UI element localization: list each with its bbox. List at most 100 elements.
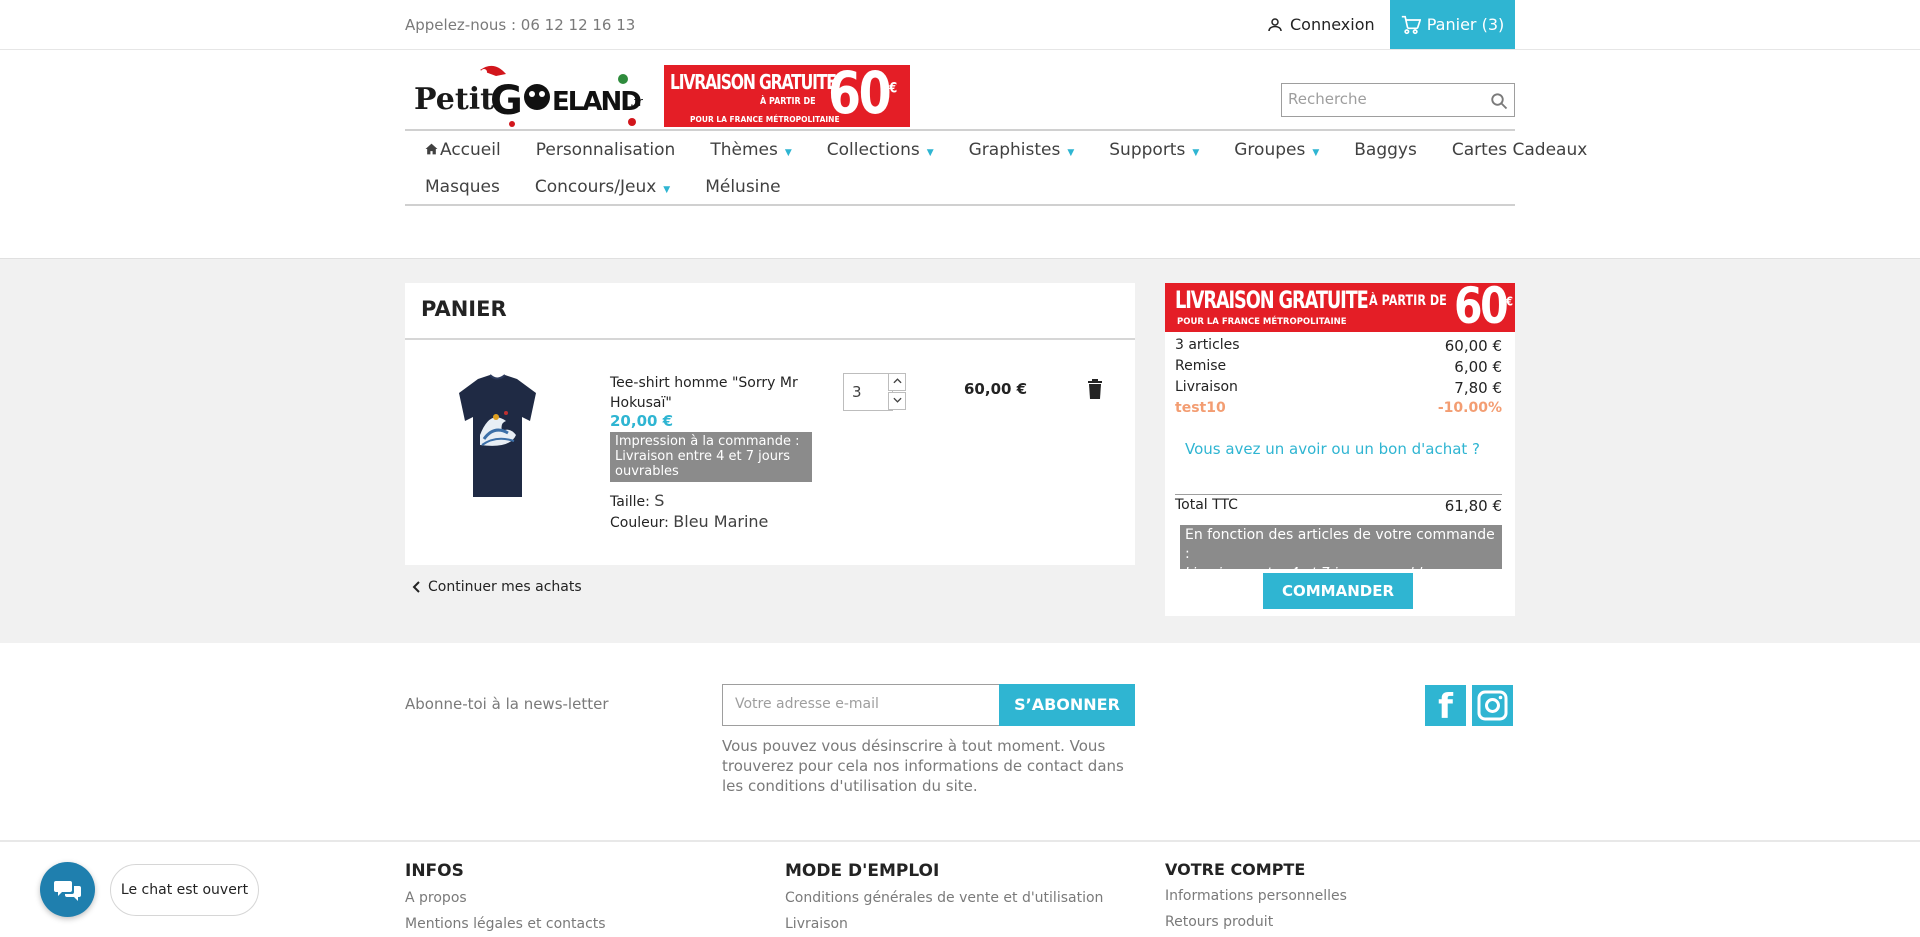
summary-value: 60,00 € — [1444, 337, 1502, 355]
divider — [405, 338, 1135, 340]
product-image[interactable] — [450, 373, 545, 501]
banner-headline: LIVRAISON GRATUITE — [1175, 286, 1369, 314]
free-shipping-banner-large: LIVRAISON GRATUITE À PARTIR DE POUR LA F… — [1165, 283, 1515, 332]
checkout-button[interactable]: COMMANDER — [1263, 573, 1413, 609]
summary-row-discount-code: test10 -10.00% — [1175, 400, 1502, 416]
facebook-icon[interactable]: f — [1425, 685, 1466, 727]
footer-divider — [0, 840, 1920, 842]
divider — [1175, 494, 1502, 495]
caret-down-icon: ▼ — [1312, 148, 1320, 158]
remove-item-button[interactable] — [1087, 379, 1103, 403]
instagram-glyph — [1477, 690, 1508, 721]
nav-item-baggys[interactable]: Baggys — [1334, 131, 1432, 167]
nav-item-concours[interactable]: Concours/Jeux ▼ — [515, 168, 685, 204]
svg-text:.fr: .fr — [630, 95, 643, 109]
t-shirt-image — [459, 374, 536, 497]
caret-down-icon: ▼ — [784, 148, 792, 158]
quantity-input[interactable]: 3 — [843, 373, 893, 411]
summary-row-remise: Remise 6,00 € — [1175, 358, 1502, 376]
total-value: 61,80 € — [1444, 497, 1502, 515]
subscribe-button[interactable]: S’ABONNER — [999, 684, 1135, 726]
summary-label: 3 articles — [1175, 337, 1240, 353]
chevron-down-icon — [892, 397, 902, 403]
voucher-link[interactable]: Vous avez un avoir ou un bon d'achat ? — [1165, 440, 1500, 458]
banner-from: À PARTIR DE — [1369, 293, 1447, 309]
top-bar — [0, 0, 1920, 50]
quantity-decrease-button[interactable] — [888, 392, 906, 410]
nav-label: Accueil — [440, 140, 501, 160]
chevron-up-icon — [892, 378, 902, 384]
instagram-icon[interactable] — [1472, 685, 1513, 726]
nav-item-masques[interactable]: Masques — [405, 168, 515, 204]
phone-number: Appelez-nous : 06 12 12 16 13 — [405, 16, 636, 34]
summary-row-articles: 3 articles 60,00 € — [1175, 337, 1502, 355]
newsletter-email-input[interactable]: Votre adresse e-mail — [722, 684, 1000, 726]
chat-button[interactable] — [40, 862, 95, 917]
total-label: Total TTC — [1175, 497, 1238, 513]
login-link[interactable]: Connexion — [1266, 15, 1375, 34]
cart-title: PANIER — [421, 297, 507, 321]
home-icon — [425, 143, 438, 155]
site-logo[interactable]: Petit G ELAND .fr — [410, 62, 660, 128]
continue-shopping-label: Continuer mes achats — [428, 579, 582, 595]
product-color: Couleur: Bleu Marine — [610, 512, 768, 531]
banner-region: POUR LA FRANCE MÉTROPOLITAINE — [1177, 317, 1347, 327]
banner-amount: 60€ — [828, 59, 897, 127]
newsletter-label: Abonne-toi à la news-letter — [405, 695, 609, 713]
summary-row-livraison: Livraison 7,80 € — [1175, 379, 1502, 397]
color-label: Couleur: — [610, 515, 669, 531]
footer-infos-title: INFOS — [405, 861, 464, 881]
nav-row-1: Accueil Personnalisation Thèmes ▼ Collect… — [405, 131, 1602, 167]
footer-link[interactable]: Retours produit — [1165, 914, 1273, 930]
newsletter-help-text: Vous pouvez vous désinscrire à tout mome… — [722, 737, 1124, 795]
discount-value: -10.00% — [1437, 400, 1502, 416]
main-navigation: Accueil Personnalisation Thèmes ▼ Collect… — [405, 129, 1587, 206]
footer-link[interactable]: Conditions générales de vente et d'utili… — [785, 890, 1103, 906]
caret-down-icon: ▼ — [926, 148, 934, 158]
summary-label: Livraison — [1175, 379, 1238, 395]
summary-value: 7,80 € — [1454, 379, 1502, 397]
login-label: Connexion — [1290, 15, 1375, 34]
size-label: Taille: — [610, 494, 650, 510]
nav-item-personnalisation[interactable]: Personnalisation — [516, 131, 691, 167]
nav-item-melusine[interactable]: Mélusine — [685, 168, 795, 204]
nav-item-themes[interactable]: Thèmes ▼ — [690, 131, 806, 167]
discount-code: test10 — [1175, 400, 1226, 416]
shopping-cart-icon — [1401, 15, 1421, 34]
product-name[interactable]: Tee-shirt homme "Sorry Mr Hokusaï" — [610, 373, 800, 413]
footer-link[interactable]: Livraison — [785, 916, 848, 932]
nav-item-accueil[interactable]: Accueil — [405, 131, 516, 167]
banner-headline: LIVRAISON GRATUITE — [670, 70, 837, 94]
delivery-note: En fonction des articles de votre comman… — [1180, 525, 1502, 581]
product-unit-price: 20,00 € — [610, 412, 674, 430]
footer-link[interactable]: A propos — [405, 890, 467, 906]
cart-button[interactable]: Panier (3) — [1390, 0, 1515, 49]
nav-item-supports[interactable]: Supports ▼ — [1089, 131, 1214, 167]
line-total: 60,00 € — [964, 380, 1028, 398]
trash-icon — [1088, 379, 1102, 399]
cart-panel: PANIER Tee-shirt homme "Sorry Mr Hokusaï… — [405, 283, 1135, 565]
summary-row-total: Total TTC 61,80 € — [1175, 497, 1502, 515]
nav-item-collections[interactable]: Collections ▼ — [807, 131, 949, 167]
chat-status-label[interactable]: Le chat est ouvert — [110, 864, 259, 916]
continue-shopping-link[interactable]: Continuer mes achats — [412, 579, 582, 595]
svg-text:Petit: Petit — [414, 82, 494, 117]
nav-item-cartes-cadeaux[interactable]: Cartes Cadeaux — [1432, 131, 1602, 167]
delivery-note-line1: En fonction des articles de votre comman… — [1185, 527, 1495, 562]
search-icon[interactable] — [1490, 92, 1508, 110]
color-value: Bleu Marine — [673, 512, 769, 531]
footer-mode-title: MODE D'EMPLOI — [785, 861, 940, 881]
search-input[interactable]: Recherche — [1281, 83, 1515, 117]
footer-link[interactable]: Informations personnelles — [1165, 888, 1347, 904]
nav-item-graphistes[interactable]: Graphistes ▼ — [949, 131, 1090, 167]
quantity-increase-button[interactable] — [888, 373, 906, 391]
nav-row-2: Masques Concours/Jeux ▼ Mélusine — [405, 168, 796, 204]
free-shipping-banner: LIVRAISON GRATUITE À PARTIR DE POUR LA F… — [664, 59, 910, 127]
nav-item-groupes[interactable]: Groupes ▼ — [1214, 131, 1334, 167]
cart-summary: LIVRAISON GRATUITE À PARTIR DE POUR LA F… — [1165, 283, 1515, 616]
caret-down-icon: ▼ — [663, 185, 671, 195]
caret-down-icon: ▼ — [1067, 148, 1075, 158]
banner-region: POUR LA FRANCE MÉTROPOLITAINE — [690, 115, 840, 124]
footer-link[interactable]: Mentions légales et contacts — [405, 916, 606, 932]
banner-amount: 60€ — [1454, 283, 1513, 332]
